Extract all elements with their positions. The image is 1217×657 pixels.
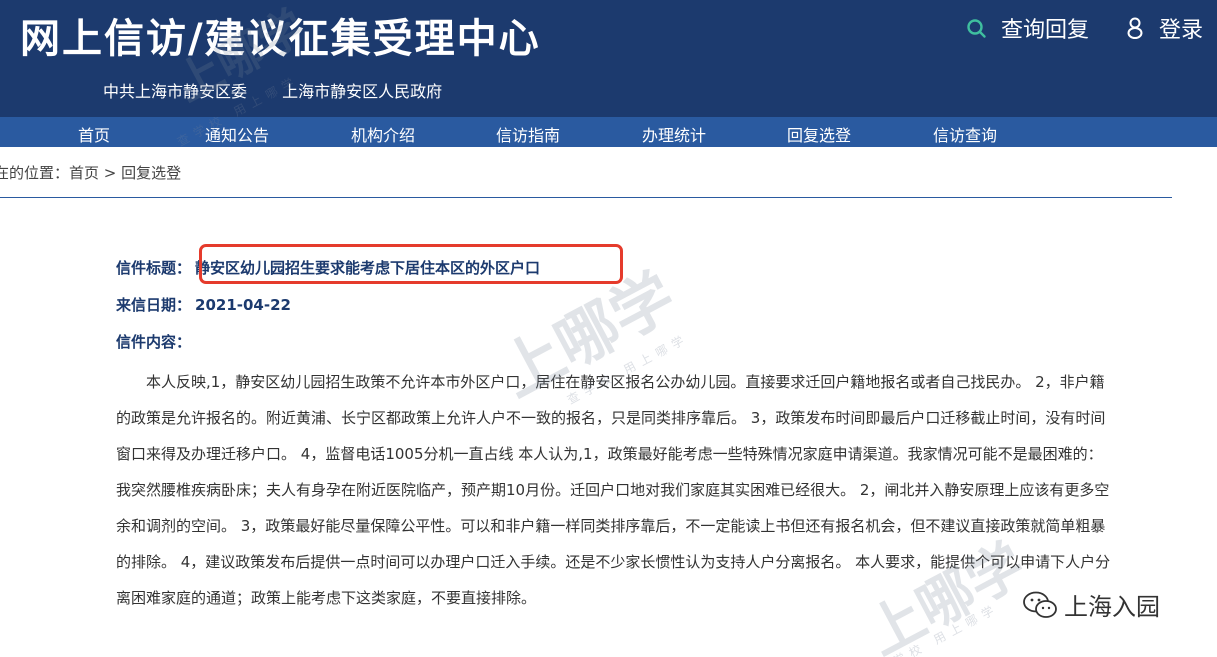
search-reply-link[interactable]: 查询回复 [1001,12,1089,44]
search-icon[interactable] [965,17,987,39]
wechat-account-mark: 上海入园 [1022,587,1160,622]
nav-petition-query[interactable]: 信访查询 [933,122,997,146]
letter-date: 2021-04-22 [195,296,291,314]
letter-date-label: 来信日期： [116,296,192,314]
wechat-account-name: 上海入园 [1064,593,1160,621]
content-divider [0,197,1172,198]
wechat-icon [1023,591,1057,618]
org-party-committee[interactable]: 中共上海市静安区委 [103,82,247,101]
nav-organization[interactable]: 机构介绍 [351,122,415,146]
letter-content-label: 信件内容： [116,333,192,351]
title-highlight-box [199,244,623,284]
nav-statistics[interactable]: 办理统计 [642,122,706,146]
login-link[interactable]: 登录 [1159,12,1203,44]
letter-title-label: 信件标题： [116,259,192,277]
letter-date-row: 来信日期： 2021-04-22 [116,294,291,315]
letter-content-row: 信件内容： [116,331,191,352]
letter-content: 本人反映,1，静安区幼儿园招生政策不允许本市外区户口，居住在静安区报名公办幼儿园… [116,373,1111,607]
nav-guide[interactable]: 信访指南 [496,122,560,146]
site-title[interactable]: 网上信访/建议征集受理中心 [20,6,541,64]
site-header: 网上信访/建议征集受理中心 中共上海市静安区委 上海市静安区人民政府 查询回复 … [0,0,1217,117]
top-actions: 查询回复 登录 [965,12,1203,44]
nav-home[interactable]: 首页 [78,122,110,146]
user-icon[interactable] [1125,16,1145,40]
breadcrumb: 在的位置：首页 > 回复选登 [0,164,182,182]
nav-reply-selection[interactable]: 回复选登 [787,122,851,146]
org-government[interactable]: 上海市静安区人民政府 [282,82,442,101]
